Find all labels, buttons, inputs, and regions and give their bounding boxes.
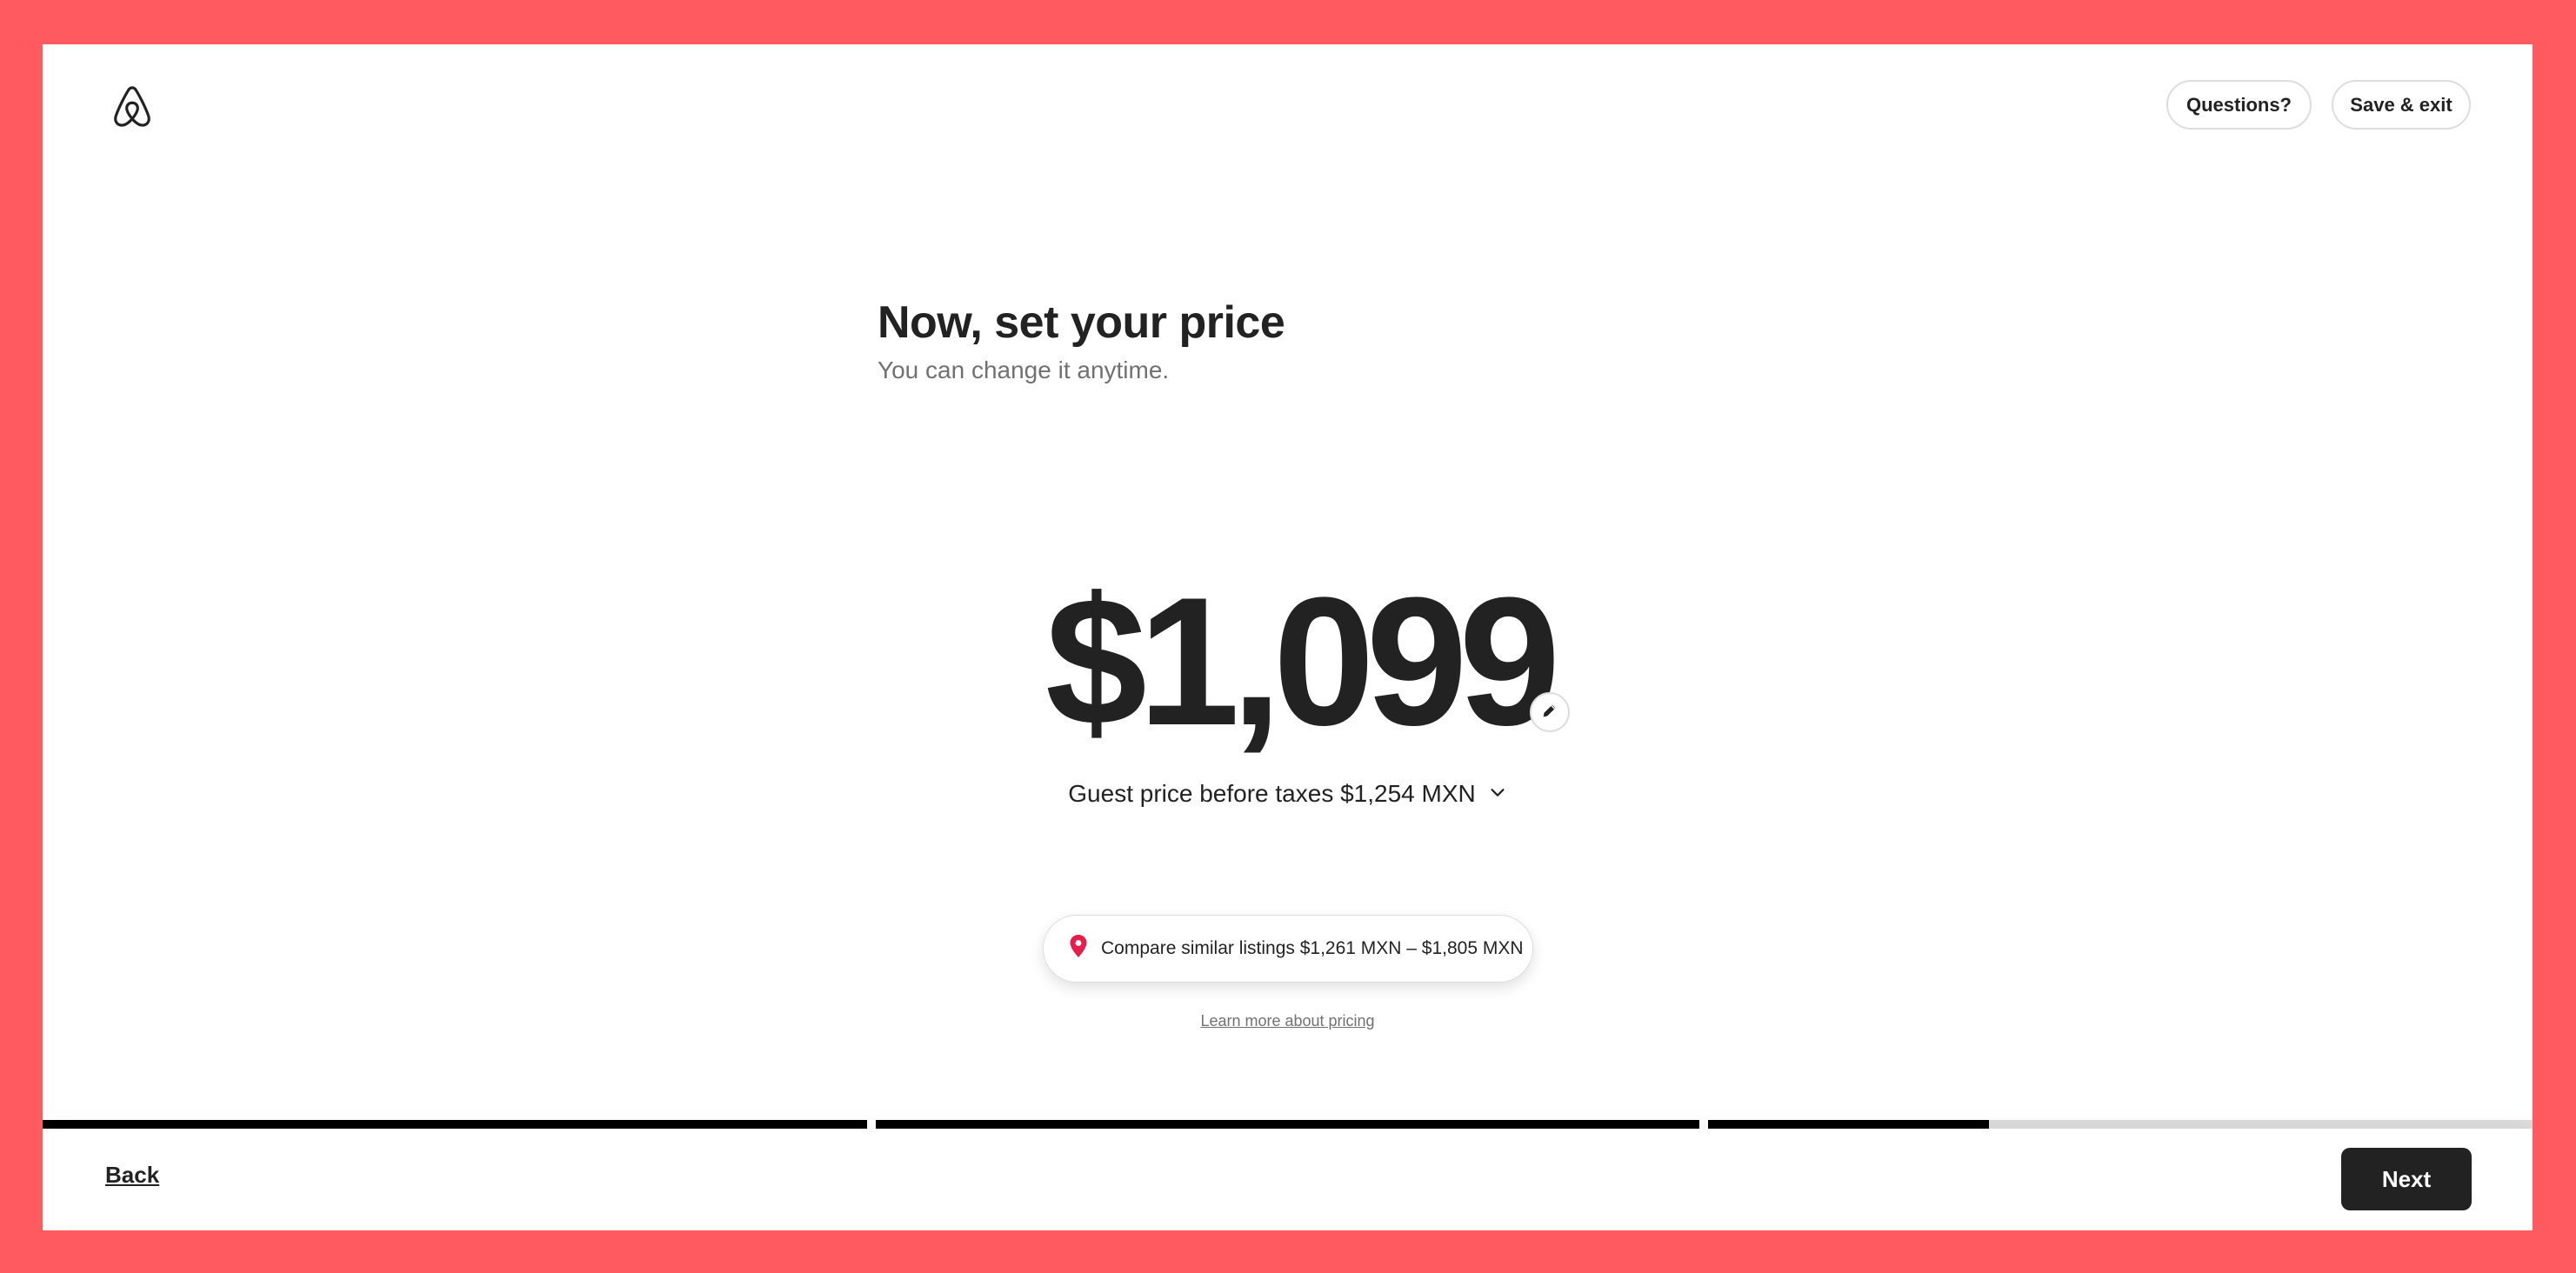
progress-segment-1 <box>43 1120 867 1129</box>
progress-bar <box>43 1120 2533 1129</box>
learn-more-pricing-link[interactable]: Learn more about pricing <box>43 1012 2533 1030</box>
page-title: Now, set your price <box>878 297 1285 348</box>
guest-price-toggle[interactable]: Guest price before taxes $1,254 MXN <box>1068 780 1506 808</box>
pencil-icon <box>1540 701 1559 724</box>
price-row: $1,099 <box>43 557 2533 766</box>
next-button[interactable]: Next <box>2341 1148 2472 1210</box>
chevron-down-icon <box>1488 780 1507 808</box>
progress-segment-3 <box>1708 1120 2533 1129</box>
progress-segment-2 <box>875 1120 1700 1129</box>
guest-price-row: Guest price before taxes $1,254 MXN <box>43 780 2533 808</box>
edit-price-button[interactable] <box>1530 692 1570 732</box>
save-and-exit-button[interactable]: Save & exit <box>2332 80 2471 130</box>
back-button[interactable]: Back <box>105 1162 159 1189</box>
guest-price-label: Guest price before taxes $1,254 MXN <box>1068 780 1476 807</box>
progress-fill-1 <box>43 1120 867 1129</box>
footer: Back Next <box>43 1129 2533 1230</box>
compare-label: Compare similar listings $1,261 MXN – $1… <box>1101 938 1524 958</box>
progress-fill-2 <box>875 1120 1700 1129</box>
price-value[interactable]: $1,099 <box>1045 557 1560 766</box>
app-window: Questions? Save & exit Now, set your pri… <box>43 44 2533 1230</box>
compare-similar-listings[interactable]: Compare similar listings $1,261 MXN – $1… <box>1043 915 1533 983</box>
airbnb-logo-icon[interactable] <box>112 85 152 129</box>
progress-fill-3 <box>1708 1120 1989 1129</box>
map-pin-icon <box>1068 934 1089 963</box>
page-subtitle: You can change it anytime. <box>878 357 1170 383</box>
questions-button[interactable]: Questions? <box>2166 80 2312 130</box>
